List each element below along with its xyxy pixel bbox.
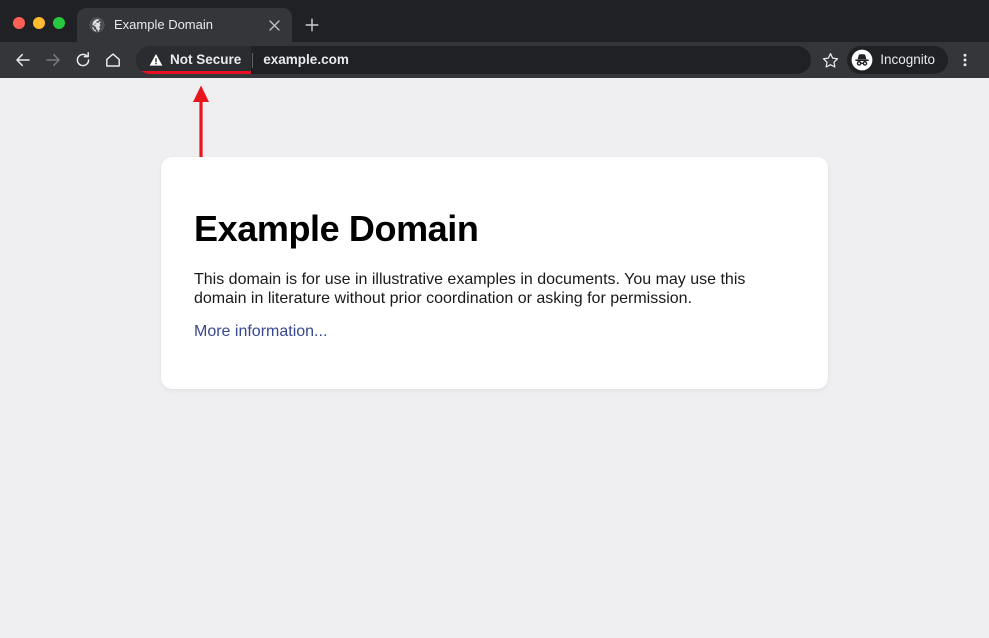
page-description-paragraph: This domain is for use in illustrative e… [194,271,766,308]
tab-close-icon[interactable] [264,15,284,35]
incognito-indicator[interactable]: Incognito [847,46,948,74]
star-icon [822,52,839,69]
incognito-label: Incognito [880,52,935,68]
security-status-chip[interactable]: Not Secure [136,46,251,74]
three-dot-menu-button[interactable] [951,46,979,74]
new-tab-button[interactable] [298,11,326,39]
plus-icon [305,18,319,32]
browser-toolbar: Not Secure example.com Incognito [0,42,989,78]
window-zoom-button[interactable] [53,17,65,29]
reload-icon [74,51,92,69]
arrow-left-icon [14,51,32,69]
warning-triangle-icon [149,53,163,67]
close-icon [269,20,280,31]
omnibox[interactable]: Not Secure example.com [136,46,811,74]
three-dot-menu-icon [957,52,973,68]
page-title: Example Domain [194,208,479,250]
bookmark-star-button[interactable] [815,45,845,75]
tab-strip: Example Domain [0,0,989,42]
browser-window: Example Domain [0,0,989,638]
home-icon [104,51,122,69]
window-close-button[interactable] [13,17,25,29]
more-information-link[interactable]: More information... [194,323,327,341]
arrow-right-icon [44,51,62,69]
incognito-spy-icon [851,49,873,71]
security-warning-underline [141,71,251,74]
forward-button[interactable] [38,45,68,75]
tab-title: Example Domain [114,17,255,33]
home-button[interactable] [98,45,128,75]
example-domain-content-card: Example Domain This domain is for use in… [161,157,828,389]
security-status-label: Not Secure [170,52,241,68]
annotation-arrow-up-icon [190,84,212,160]
back-button[interactable] [8,45,38,75]
browser-tab-example-domain[interactable]: Example Domain [77,8,292,42]
page-viewport: Example Domain This domain is for use in… [0,78,989,638]
reload-button[interactable] [68,45,98,75]
window-traffic-lights [0,17,77,42]
omnibox-url-text[interactable]: example.com [254,52,349,68]
omnibox-divider [252,53,253,68]
globe-icon [89,17,105,33]
window-minimize-button[interactable] [33,17,45,29]
